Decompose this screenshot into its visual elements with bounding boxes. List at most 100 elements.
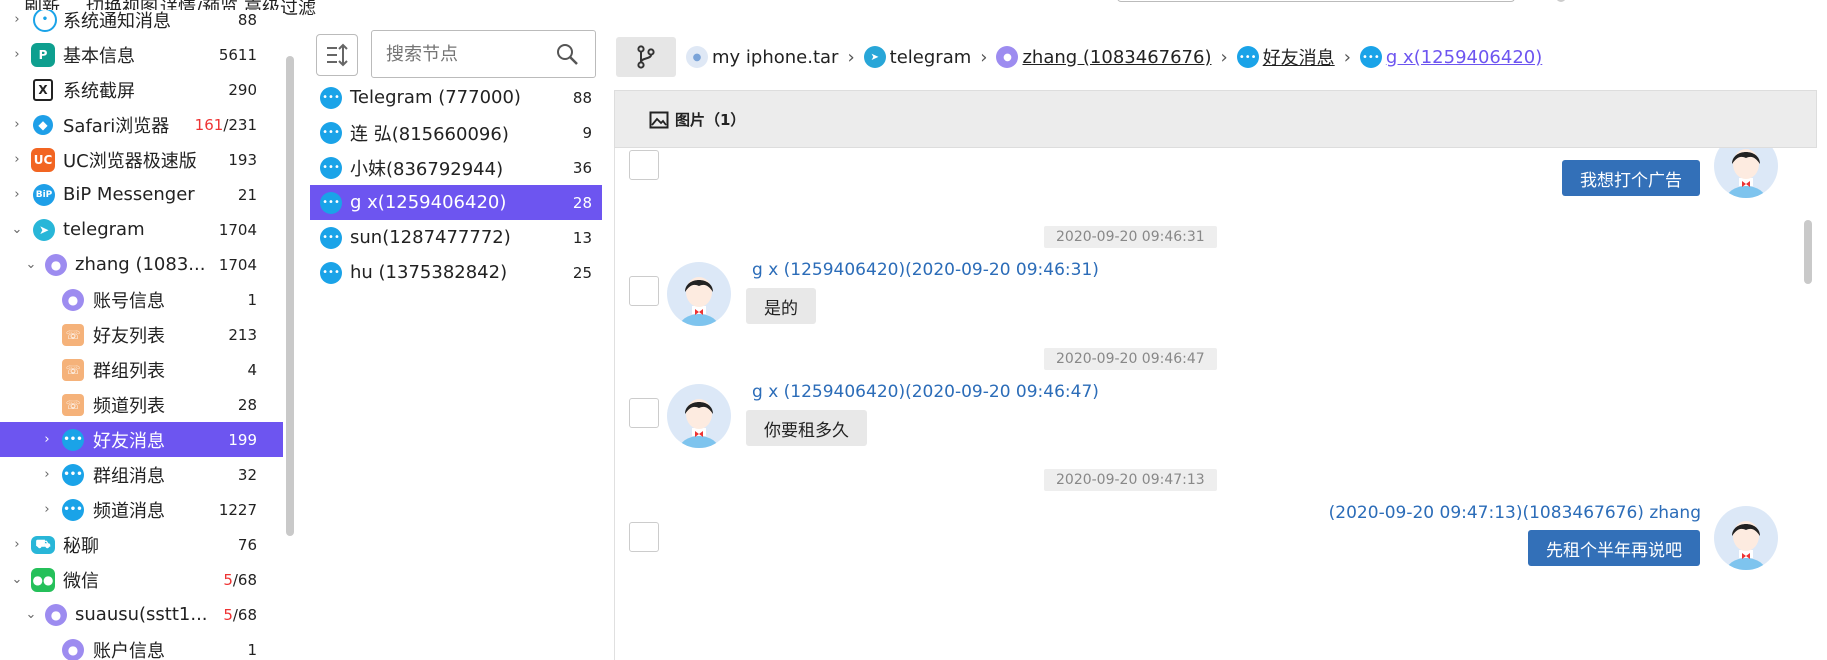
breadcrumb-item[interactable]: ➤ telegram bbox=[863, 46, 972, 68]
message-checkbox[interactable] bbox=[629, 522, 659, 552]
user-icon: ● bbox=[996, 46, 1019, 68]
contacts-icon: ☏ bbox=[62, 323, 84, 346]
breadcrumb-separator: › bbox=[1220, 46, 1228, 68]
chevron-right-icon[interactable]: › bbox=[40, 502, 54, 517]
tree-item-system-notifications[interactable]: › • 系统通知消息 88 bbox=[0, 10, 283, 37]
message-list-scrollbar[interactable] bbox=[1804, 220, 1812, 284]
breadcrumb-item[interactable]: ••• 好友消息 bbox=[1236, 44, 1335, 70]
user-icon: ● bbox=[45, 253, 67, 276]
tree-item-label: 好友消息 bbox=[93, 430, 165, 452]
message-checkbox[interactable] bbox=[629, 276, 659, 306]
tree-item-channel-list[interactable]: ☏ 频道列表 28 bbox=[0, 387, 283, 422]
message-sender: (2020-09-20 09:47:13)(1083467676) zhang bbox=[1328, 503, 1701, 523]
tree-item-count: 21 bbox=[237, 185, 257, 204]
list-item[interactable]: ••• hu (1375382842) 25 bbox=[310, 255, 602, 290]
message-checkbox[interactable] bbox=[629, 398, 659, 428]
tree-scrollbar[interactable] bbox=[286, 56, 294, 536]
tree-item-secret-chat[interactable]: › ⛟ 秘聊 76 bbox=[0, 527, 283, 562]
tree-item-count: 199 bbox=[228, 430, 257, 449]
tree-item-basic-info[interactable]: › P 基本信息 5611 bbox=[0, 37, 283, 72]
breadcrumb-separator: › bbox=[980, 46, 988, 68]
chevron-right-icon[interactable]: › bbox=[40, 432, 54, 447]
tree-item-count: 1 bbox=[247, 290, 257, 309]
attachment-tab-bar: 图片（1） bbox=[614, 90, 1817, 148]
search-icon[interactable] bbox=[555, 42, 579, 66]
settings-icon[interactable] bbox=[1556, 0, 1566, 2]
tree-item-screenshots[interactable]: X 系统截屏 290 bbox=[0, 72, 283, 107]
list-item[interactable]: ••• 小妹(836792944) 36 bbox=[310, 150, 602, 185]
info-icon: P bbox=[31, 42, 55, 67]
tree-item-count: 5/68 bbox=[223, 605, 257, 624]
tree-item-count: 193 bbox=[228, 150, 257, 169]
tree-item-safari[interactable]: › ◆ Safari浏览器 161/231 bbox=[0, 107, 283, 142]
tree-item-channel-messages[interactable]: › ••• 频道消息 1227 bbox=[0, 492, 283, 527]
breadcrumb-label: zhang (1083467676) bbox=[1022, 46, 1212, 68]
list-item[interactable]: ••• sun(1287477772) 13 bbox=[310, 220, 602, 255]
chevron-down-icon[interactable]: ⌄ bbox=[24, 607, 38, 622]
tree-item-count: 1227 bbox=[218, 500, 257, 519]
tree-item-label: zhang (1083... bbox=[75, 254, 206, 275]
message-checkbox[interactable] bbox=[629, 150, 659, 180]
breadcrumb-item[interactable]: ● zhang (1083467676) bbox=[996, 46, 1211, 68]
user-icon: ● bbox=[62, 288, 84, 311]
tree-item-label: 基本信息 bbox=[63, 45, 135, 67]
chevron-right-icon[interactable]: › bbox=[10, 47, 24, 62]
chevron-down-icon[interactable]: ⌄ bbox=[24, 257, 38, 272]
tree-item-wechat[interactable]: ⌄ ●● 微信 5/68 bbox=[0, 562, 283, 597]
breadcrumb: ● my iphone.tar › ➤ telegram › ● zhang (… bbox=[686, 42, 1542, 72]
avatar-icon bbox=[679, 277, 719, 326]
sort-button[interactable] bbox=[316, 34, 358, 76]
list-item[interactable]: ••• Telegram (777000) 88 bbox=[310, 80, 602, 115]
breadcrumb-item[interactable]: ● my iphone.tar bbox=[686, 46, 838, 68]
user-icon: ● bbox=[45, 603, 67, 626]
chevron-down-icon[interactable]: ⌄ bbox=[10, 572, 24, 587]
tree-item-count: 4 bbox=[247, 360, 257, 379]
chevron-right-icon[interactable]: › bbox=[10, 187, 24, 202]
tree-item-account-zhang[interactable]: ⌄ ● zhang (1083... 1704 bbox=[0, 247, 283, 282]
tree-item-count: 1 bbox=[247, 640, 257, 659]
tree-item-friend-list[interactable]: ☏ 好友列表 213 bbox=[0, 317, 283, 352]
top-search-field[interactable] bbox=[1117, 0, 1515, 2]
chevron-right-icon[interactable]: › bbox=[10, 12, 24, 27]
tab-images[interactable]: 图片（1） bbox=[649, 109, 745, 130]
chat-bubble-icon: ••• bbox=[62, 463, 84, 486]
image-icon bbox=[649, 111, 669, 128]
chat-panel: ● my iphone.tar › ➤ telegram › ● zhang (… bbox=[614, 28, 1827, 660]
tree-item-telegram[interactable]: ⌄ ➤ telegram 1704 bbox=[0, 212, 283, 247]
safari-icon: ◆ bbox=[33, 114, 53, 135]
tree-item-count: 161/231 bbox=[194, 115, 257, 134]
chat-bubble-icon: ••• bbox=[320, 121, 342, 144]
uc-browser-icon: UC bbox=[31, 147, 55, 172]
tree-item-count: 32 bbox=[237, 465, 257, 484]
chevron-right-icon[interactable]: › bbox=[40, 467, 54, 482]
message-bubble-outgoing: 先租个半年再说吧 bbox=[1528, 530, 1700, 566]
tree-item-bip[interactable]: › BiP BiP Messenger 21 bbox=[0, 177, 283, 212]
branch-icon bbox=[637, 45, 655, 69]
list-item[interactable]: ••• g x(1259406420) 28 bbox=[310, 185, 602, 220]
tree-item-friend-messages[interactable]: › ••• 好友消息 199 bbox=[0, 422, 283, 457]
tree-item-account-info-wechat[interactable]: ● 账户信息 1 bbox=[0, 632, 283, 660]
tree-item-account-info[interactable]: ● 账号信息 1 bbox=[0, 282, 283, 317]
avatar-icon bbox=[1726, 149, 1766, 198]
timestamp-divider: 2020-09-20 09:46:47 bbox=[1044, 348, 1217, 370]
breadcrumb-item[interactable]: ••• g x(1259406420) bbox=[1359, 46, 1542, 68]
tree-item-account-suausu[interactable]: ⌄ ● suausu(sstt1... 5/68 bbox=[0, 597, 283, 632]
chevron-right-icon[interactable]: › bbox=[10, 152, 24, 167]
tree-item-group-list[interactable]: ☏ 群组列表 4 bbox=[0, 352, 283, 387]
list-item-label: g x(1259406420) bbox=[350, 192, 507, 213]
tree-item-label: 系统截屏 bbox=[63, 80, 135, 102]
tree-item-label: 微信 bbox=[63, 570, 99, 592]
chevron-down-icon[interactable]: ⌄ bbox=[10, 222, 24, 237]
tree-item-label: 好友列表 bbox=[93, 325, 165, 347]
chevron-right-icon[interactable]: › bbox=[10, 117, 24, 132]
tree-item-group-messages[interactable]: › ••• 群组消息 32 bbox=[0, 457, 283, 492]
message-bubble-incoming: 你要租多久 bbox=[746, 410, 867, 446]
breadcrumb-label: telegram bbox=[889, 46, 972, 68]
chevron-right-icon[interactable]: › bbox=[10, 537, 24, 552]
tree-item-uc-browser[interactable]: › UC UC浏览器极速版 193 bbox=[0, 142, 283, 177]
list-item-count: 25 bbox=[572, 263, 592, 282]
avatar bbox=[1714, 148, 1778, 198]
branch-button[interactable] bbox=[616, 37, 676, 77]
chat-bubble-icon: ••• bbox=[1359, 46, 1382, 68]
list-item[interactable]: ••• 连 弘(815660096) 9 bbox=[310, 115, 602, 150]
